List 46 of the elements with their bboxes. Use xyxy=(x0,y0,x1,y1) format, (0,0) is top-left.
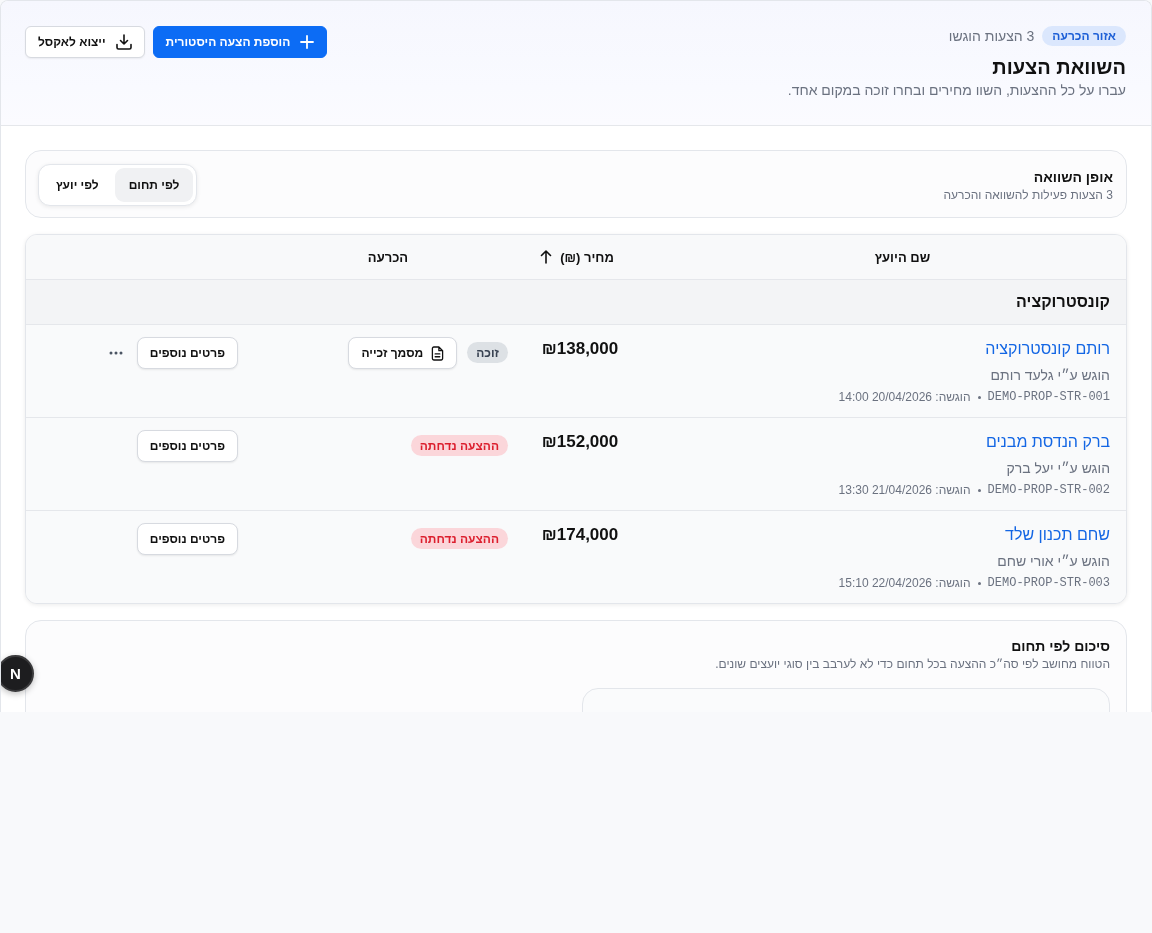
separator-dot-icon xyxy=(977,581,981,585)
page-title: השוואת הצעות xyxy=(992,55,1126,79)
export-button[interactable]: ייצוא לאקסל xyxy=(25,26,145,58)
consultant-name-link[interactable]: שחם תכנון שלד xyxy=(1005,523,1110,547)
proposal-code: DEMO-PROP-STR-001 xyxy=(987,390,1110,404)
summary-title: סיכום לפי תחום xyxy=(1010,637,1110,656)
proposal-code: DEMO-PROP-STR-002 xyxy=(987,483,1110,497)
status-badge: ההצעה נדחתה xyxy=(410,528,508,549)
submission-date: הוגשה: 21/04/2026 13:30 xyxy=(838,483,971,497)
group-title: קונסטרוקציה xyxy=(1016,293,1110,311)
sort-arrow-icon xyxy=(540,250,553,264)
column-header: הכרעה xyxy=(367,249,409,265)
toggle-option[interactable]: לפי יועץ xyxy=(42,167,113,202)
submission-date: הוגשה: 20/04/2026 14:00 xyxy=(838,390,971,404)
page-subtitle: עברו על כל ההצעות, השוו מחירים ובחרו זוכה במקום אחד. xyxy=(787,81,1126,100)
price-text: ₪174,000 xyxy=(540,524,620,546)
plus-icon xyxy=(300,35,315,49)
price-text: ₪138,000 xyxy=(540,338,620,360)
document-button[interactable]: מסמך זכייה xyxy=(348,337,458,369)
comparison-mode-title: אופן השוואה xyxy=(1032,167,1113,187)
comparison-mode-subtitle: 3 הצעות פעילות להשוואה והכרעה xyxy=(943,186,1113,203)
price-text: ₪152,000 xyxy=(540,431,620,453)
add-proposal-button[interactable]: הוספת הצעה היסטורית xyxy=(152,26,328,58)
submitter-text: הוגש ע״י גלעד רותם xyxy=(990,366,1110,385)
document-icon xyxy=(431,345,445,361)
status-badge: ההצעה נדחתה xyxy=(410,435,508,456)
column-header[interactable]: מחיר (₪) xyxy=(540,249,614,265)
section-badge: אזור הכרעה xyxy=(1042,26,1126,46)
summary-subtitle: הטווח מחושב לפי סה״כ ההצעה בכל תחום כדי לא לערבב בין סוגי יועצים שונים. xyxy=(714,656,1110,672)
download-icon xyxy=(115,34,132,50)
consultant-name-link[interactable]: ברק הנדסת מבנים xyxy=(985,430,1110,454)
submission-count: 3 הצעות הוגשו xyxy=(948,27,1035,46)
separator-dot-icon xyxy=(977,488,981,492)
submission-date: הוגשה: 22/04/2026 15:10 xyxy=(838,576,971,590)
details-button[interactable]: פרטים נוספים xyxy=(136,337,238,369)
status-badge: זוכה xyxy=(467,342,508,363)
column-header: שם היועץ xyxy=(874,249,931,265)
more-options-icon[interactable] xyxy=(108,351,123,355)
submitter-text: הוגש ע״י יעל ברק xyxy=(1006,459,1110,478)
submitter-text: הוגש ע״י אורי שחם xyxy=(997,552,1110,571)
details-button[interactable]: פרטים נוספים xyxy=(136,430,238,462)
consultant-name-link[interactable]: רותם קונסטרוקציה xyxy=(985,337,1110,361)
proposal-code: DEMO-PROP-STR-003 xyxy=(987,576,1110,590)
details-button[interactable]: פרטים נוספים xyxy=(136,523,238,555)
toggle-option[interactable]: לפי תחום xyxy=(114,167,194,202)
separator-dot-icon xyxy=(977,395,981,399)
